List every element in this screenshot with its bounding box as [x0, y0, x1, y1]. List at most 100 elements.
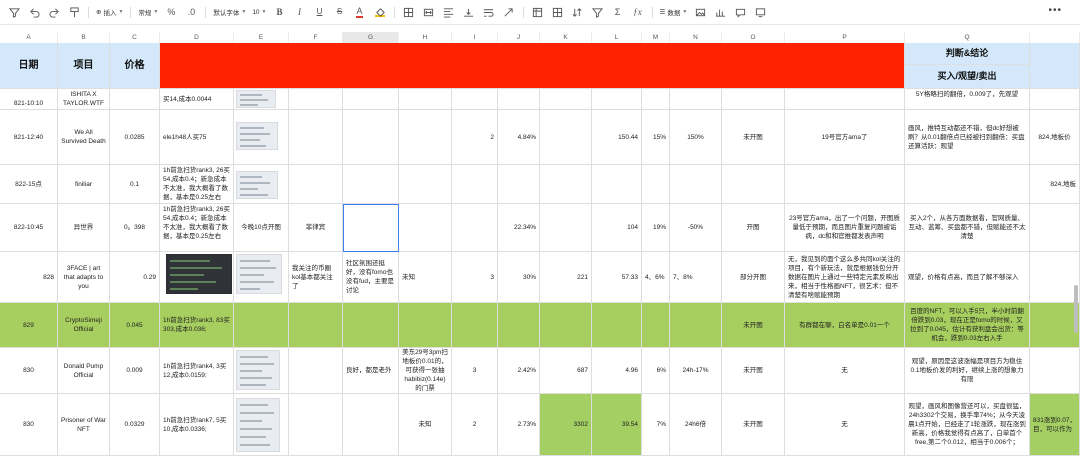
cell-n[interactable]: [670, 89, 722, 110]
cell-i[interactable]: 3: [452, 252, 498, 303]
cell-f[interactable]: [289, 89, 343, 110]
cell-r[interactable]: 824,地板价: [1030, 110, 1080, 165]
format-painter-icon[interactable]: [67, 5, 81, 19]
cell-j[interactable]: [498, 89, 540, 110]
cell-d[interactable]: 买14,成本0.0044: [160, 89, 234, 110]
cell-j[interactable]: 4.84%: [498, 110, 540, 165]
cell-i[interactable]: 2: [452, 394, 498, 456]
cell-i[interactable]: 3: [452, 348, 498, 394]
cell-d[interactable]: ele1h48人买75: [160, 110, 234, 165]
cell-n[interactable]: -50%: [670, 204, 722, 252]
cell-m[interactable]: 15%: [642, 110, 670, 165]
cell-date[interactable]: 821-12:40: [0, 110, 58, 165]
wrap-text-icon[interactable]: [482, 5, 496, 19]
cell-g[interactable]: 社区氛围还挺好，没有fomo也没有fud，主要是讨论: [343, 252, 399, 303]
column-header[interactable]: G: [343, 32, 399, 43]
screen-icon[interactable]: [753, 5, 767, 19]
cell-f[interactable]: 我关注的币圈kol基本都关注了: [289, 252, 343, 303]
cell-i[interactable]: [452, 204, 498, 252]
cell-date[interactable]: 822-10:45: [0, 204, 58, 252]
cell-i[interactable]: [452, 89, 498, 110]
cell-o[interactable]: 开图: [722, 204, 785, 252]
cell-project[interactable]: Prisoner of War NFT: [58, 394, 110, 456]
function-icon[interactable]: ƒx: [631, 5, 645, 19]
cell-i[interactable]: [452, 165, 498, 204]
cell-p[interactable]: 19号官方ama了: [785, 110, 905, 165]
cell-p[interactable]: [785, 165, 905, 204]
screenshot-thumbnail[interactable]: [236, 254, 282, 294]
filter-icon[interactable]: [7, 5, 21, 19]
undo-icon[interactable]: [27, 5, 41, 19]
bold-icon[interactable]: B: [273, 5, 287, 19]
cell-e[interactable]: [234, 303, 289, 348]
screenshot-thumbnail[interactable]: [236, 350, 280, 390]
cell-p[interactable]: 无: [785, 394, 905, 456]
screenshot-thumbnail[interactable]: [236, 122, 278, 150]
cell-o[interactable]: 未开图: [722, 303, 785, 348]
cell-h[interactable]: [399, 303, 452, 348]
chart-icon[interactable]: [713, 5, 727, 19]
cell-m[interactable]: [642, 303, 670, 348]
column-header[interactable]: Q: [905, 32, 1030, 43]
insert-button[interactable]: ⊕ 插入 ▼: [96, 7, 123, 17]
cell-r[interactable]: 824,地板: [1030, 165, 1080, 204]
cell-p[interactable]: 无，我见到的面个这么多共同kol关注的项目，有个新玩法，就是根据钱包分开数据在图…: [785, 252, 905, 303]
cell-r[interactable]: [1030, 204, 1080, 252]
cell-g[interactable]: [343, 394, 399, 456]
comment-icon[interactable]: [733, 5, 747, 19]
cell-j[interactable]: [498, 165, 540, 204]
cell-g[interactable]: [343, 165, 399, 204]
screenshot-thumbnail[interactable]: [166, 254, 232, 294]
cell-q[interactable]: [905, 165, 1030, 204]
cell-h[interactable]: [399, 204, 452, 252]
cell-k[interactable]: [540, 165, 592, 204]
fill-color-icon[interactable]: [373, 5, 387, 19]
cell-p[interactable]: 23号官方ama，出了一个问题，开图质量低于预期，而且图片重复问题被诟病，dc和…: [785, 204, 905, 252]
cell-k[interactable]: 221: [540, 252, 592, 303]
column-header[interactable]: L: [592, 32, 642, 43]
cell-h[interactable]: [399, 110, 452, 165]
text-color-icon[interactable]: A: [353, 5, 367, 19]
cell-date[interactable]: 829: [0, 303, 58, 348]
cell-price[interactable]: 0.1: [110, 165, 160, 204]
cell-q[interactable]: 百度的NFT，可以入手5只，半小时前翻倍跌到0.03，现在正是fomo的时候，又…: [905, 303, 1030, 348]
cell-q[interactable]: 观望，画风和图像营还可以，买盘很猛，24h3302个交易，换手率74%；从今天凌…: [905, 394, 1030, 456]
cell-m[interactable]: [642, 89, 670, 110]
cell-o[interactable]: [722, 165, 785, 204]
column-header[interactable]: I: [452, 32, 498, 43]
cell-f[interactable]: [289, 348, 343, 394]
screenshot-thumbnail[interactable]: [236, 398, 280, 452]
cell-r[interactable]: [1030, 89, 1080, 110]
cell-k[interactable]: [540, 303, 592, 348]
number-format-select[interactable]: 常规 ▼: [138, 7, 158, 17]
merge-cells-icon[interactable]: [422, 5, 436, 19]
rotate-text-icon[interactable]: [502, 5, 516, 19]
cell-l[interactable]: [592, 89, 642, 110]
italic-icon[interactable]: I: [293, 5, 307, 19]
column-header[interactable]: A: [0, 32, 58, 43]
cell-l[interactable]: 104: [592, 204, 642, 252]
cell-n[interactable]: [670, 303, 722, 348]
cell-r[interactable]: [1030, 348, 1080, 394]
column-header[interactable]: C: [110, 32, 160, 43]
cell-m[interactable]: 6%: [642, 348, 670, 394]
cell-date[interactable]: 822-15点: [0, 165, 58, 204]
column-header[interactable]: O: [722, 32, 785, 43]
cell-project[interactable]: CryptoSimeji Official: [58, 303, 110, 348]
cell-f[interactable]: [289, 110, 343, 165]
cell-m[interactable]: 4、6%: [642, 252, 670, 303]
cell-d[interactable]: 1h前急扫货rank4, 3买12,成本0.0159;: [160, 348, 234, 394]
cell-price[interactable]: [110, 89, 160, 110]
cell-n[interactable]: [670, 165, 722, 204]
cell-l[interactable]: [592, 303, 642, 348]
cell-k[interactable]: [540, 110, 592, 165]
cell-date[interactable]: 830: [0, 394, 58, 456]
cell-price[interactable]: 0.0285: [110, 110, 160, 165]
sigma-icon[interactable]: Σ: [611, 5, 625, 19]
column-header[interactable]: D: [160, 32, 234, 43]
cell-j[interactable]: 2.73%: [498, 394, 540, 456]
font-family-select[interactable]: 默认字体 ▼: [213, 7, 246, 17]
cell-h[interactable]: 未知: [399, 252, 452, 303]
screenshot-thumbnail[interactable]: [236, 90, 276, 108]
column-header[interactable]: [1030, 32, 1080, 43]
